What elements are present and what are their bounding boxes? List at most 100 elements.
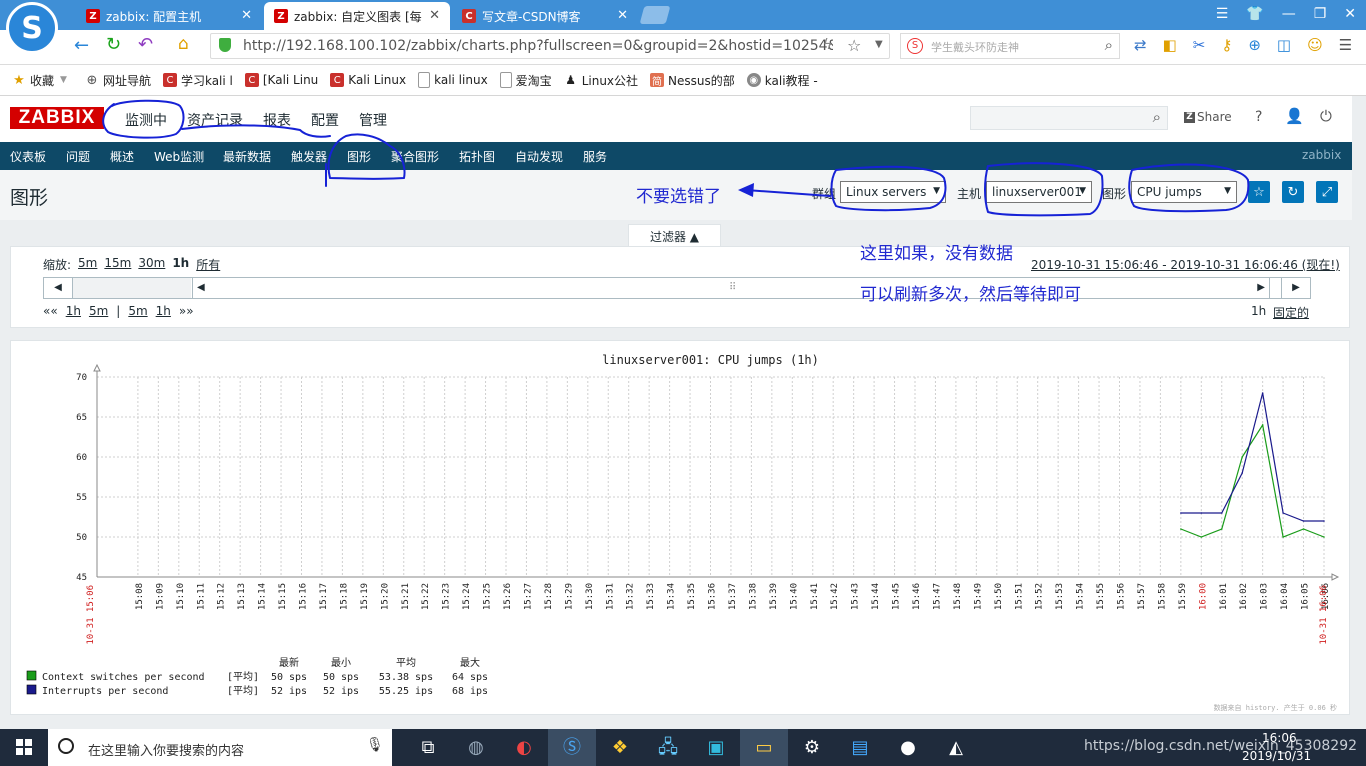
share-button[interactable]: Z Share — [1184, 110, 1232, 124]
search-box[interactable]: S 学生戴头环防走神 ⌕ — [900, 33, 1120, 59]
menu-configuration[interactable]: 配置 — [311, 110, 339, 130]
minimize-icon[interactable]: — — [1282, 6, 1296, 22]
subnav-screens[interactable]: 聚合图形 — [391, 148, 439, 165]
menu-inventory[interactable]: 资产记录 — [187, 110, 243, 130]
browser-logo-icon[interactable]: S — [6, 2, 58, 54]
vm-app-icon[interactable]: ◍ — [452, 729, 500, 766]
dropdown-icon[interactable]: ▼ — [875, 39, 883, 50]
nav-fwd-1h[interactable]: 1h — [156, 304, 171, 318]
logout-icon[interactable]: ⏻ — [1320, 107, 1332, 125]
subnav-maps[interactable]: 拓扑图 — [459, 148, 495, 165]
explorer-app-icon[interactable]: ▭ — [740, 729, 788, 766]
menu-reports[interactable]: 报表 — [263, 110, 291, 130]
more-icon[interactable]: ☰ — [1339, 36, 1352, 54]
subnav-triggers[interactable]: 触发器 — [291, 148, 327, 165]
taskbar-search[interactable]: 在这里输入你要搜索的内容 🎙 — [48, 729, 392, 766]
capture-icon[interactable]: ◧ — [1163, 36, 1177, 54]
kali-app-icon[interactable]: ◐ — [500, 729, 548, 766]
menu-icon[interactable]: ☰ — [1216, 6, 1229, 22]
menu-monitoring[interactable]: 监测中 — [125, 110, 167, 130]
nav-fwd-far[interactable]: »» — [179, 304, 194, 318]
subnav-discovery[interactable]: 自动发现 — [515, 148, 563, 165]
zoom-15m[interactable]: 15m — [104, 256, 131, 273]
group-select[interactable]: Linux servers — [840, 181, 946, 203]
key-icon[interactable]: ⚷ — [1221, 36, 1232, 54]
nav-back-far[interactable]: «« — [43, 304, 58, 318]
browser-app-icon[interactable]: Ⓢ — [548, 729, 596, 766]
zoom-icon[interactable]: ⊕ — [1248, 36, 1261, 54]
close-icon[interactable]: ✕ — [617, 8, 628, 23]
close-icon[interactable]: ✕ — [429, 8, 440, 23]
subnav-latest-data[interactable]: 最新数据 — [223, 148, 271, 165]
zoom-all[interactable]: 所有 — [196, 256, 220, 273]
subnav-graphs[interactable]: 图形 — [347, 148, 371, 165]
bookmark-1[interactable]: ⊕ 网址导航 — [85, 72, 150, 89]
time-range[interactable]: 2019-10-31 15:06:46 - 2019-10-31 16:06:4… — [1031, 256, 1340, 273]
bookmark-9[interactable]: ◉ kali教程 - — [746, 72, 818, 89]
menu-administration[interactable]: 管理 — [359, 110, 387, 130]
browser-tab-1[interactable]: Z zabbix: 自定义图表 [每 ✕ — [264, 2, 450, 30]
scroll-left-button[interactable]: ◀ — [44, 278, 73, 298]
subnav-services[interactable]: 服务 — [583, 148, 607, 165]
zoom-30m[interactable]: 30m — [138, 256, 165, 273]
skin-icon[interactable]: 👕 — [1246, 6, 1263, 22]
search-icon[interactable]: ⌕ — [1105, 36, 1113, 54]
paint-app-icon[interactable]: ❖ — [596, 729, 644, 766]
nav-back-5m[interactable]: 5m — [89, 304, 108, 318]
bookmark-favorites[interactable]: ★ 收藏 ▼ — [12, 72, 67, 89]
settings-app-icon[interactable]: ⚙ — [788, 729, 836, 766]
clock-time[interactable]: 16:06 — [1262, 731, 1297, 745]
network-app-icon[interactable]: 🖧 — [644, 729, 692, 766]
subnav-overview[interactable]: 概述 — [110, 148, 134, 165]
task-view-icon[interactable]: ⧉ — [404, 729, 452, 766]
close-window-icon[interactable]: ✕ — [1344, 6, 1356, 22]
bookmark-6[interactable]: 爱淘宝 — [499, 72, 552, 89]
bookmark-8[interactable]: 简 Nessus的部 — [650, 72, 735, 89]
help-icon[interactable]: ? — [1255, 109, 1262, 125]
photos-app-icon[interactable]: ◭ — [932, 729, 980, 766]
zabbix-logo[interactable]: ZABBIX — [10, 107, 104, 129]
bookmark-4[interactable]: C Kali Linux — [330, 73, 406, 87]
refresh-icon[interactable]: ↻ — [106, 34, 121, 55]
host-select[interactable]: linuxserver001 — [986, 181, 1092, 203]
filter-tab[interactable]: 过滤器 ▲ — [628, 224, 721, 248]
bookmark-7[interactable]: ♟ Linux公社 — [564, 72, 638, 89]
scissors-icon[interactable]: ✂ — [1193, 36, 1206, 54]
emoji-icon[interactable]: ☺ — [1307, 36, 1323, 54]
terminal-app-icon[interactable]: ● — [884, 729, 932, 766]
subnav-dashboard[interactable]: 仪表板 — [10, 148, 46, 165]
translate-icon[interactable]: ⇄ — [1134, 36, 1147, 54]
timeline-scrollbar[interactable]: ◀ ◀ ⠿ ▶ ▶ — [43, 277, 1311, 299]
nav-back-1h[interactable]: 1h — [66, 304, 81, 318]
zoom-1h[interactable]: 1h — [172, 256, 189, 273]
undo-icon[interactable]: ↶ — [138, 34, 153, 55]
remote-app-icon[interactable]: ▤ — [836, 729, 884, 766]
chat-icon[interactable]: ◫ — [1277, 36, 1291, 54]
user-profile-icon[interactable]: 👤 — [1285, 107, 1304, 125]
search-icon[interactable]: ⌕ — [1153, 108, 1161, 126]
clock-date[interactable]: 2019/10/31 — [1242, 749, 1311, 763]
zoom-5m[interactable]: 5m — [78, 256, 97, 273]
bolt-icon[interactable]: ϟ — [823, 37, 832, 53]
microphone-icon[interactable]: 🎙 — [366, 737, 384, 753]
close-icon[interactable]: ✕ — [241, 8, 252, 23]
home-icon[interactable]: ⌂ — [178, 34, 189, 54]
cpu-jumps-chart[interactable]: linuxserver001: CPU jumps (1h) 15:08 15:09… — [11, 341, 1349, 714]
bookmark-2[interactable]: C 学习kali l — [162, 72, 233, 89]
refresh-button[interactable]: ↻ — [1282, 181, 1304, 203]
star-icon[interactable]: ☆ — [847, 36, 861, 55]
browser-tab-2[interactable]: C 写文章-CSDN博客 ✕ — [452, 2, 638, 30]
new-tab-button[interactable] — [639, 6, 671, 24]
bookmark-5[interactable]: kali linux — [418, 72, 488, 88]
scroll-thumb[interactable]: ◀ ⠿ ▶ — [192, 278, 1270, 298]
bookmark-3[interactable]: C [Kali Linu — [244, 73, 318, 87]
graph-select[interactable]: CPU jumps — [1131, 181, 1237, 203]
scroll-right-button[interactable]: ▶ — [1281, 278, 1310, 298]
restore-icon[interactable]: ❐ — [1314, 6, 1327, 22]
cube-app-icon[interactable]: ▣ — [692, 729, 740, 766]
subnav-web[interactable]: Web监测 — [154, 148, 204, 165]
add-favourite-button[interactable]: ☆ — [1248, 181, 1270, 203]
windows-start-icon[interactable] — [16, 739, 32, 755]
fullscreen-button[interactable]: ⤢ — [1316, 181, 1338, 203]
browser-tab-0[interactable]: Z zabbix: 配置主机 ✕ — [76, 2, 262, 30]
